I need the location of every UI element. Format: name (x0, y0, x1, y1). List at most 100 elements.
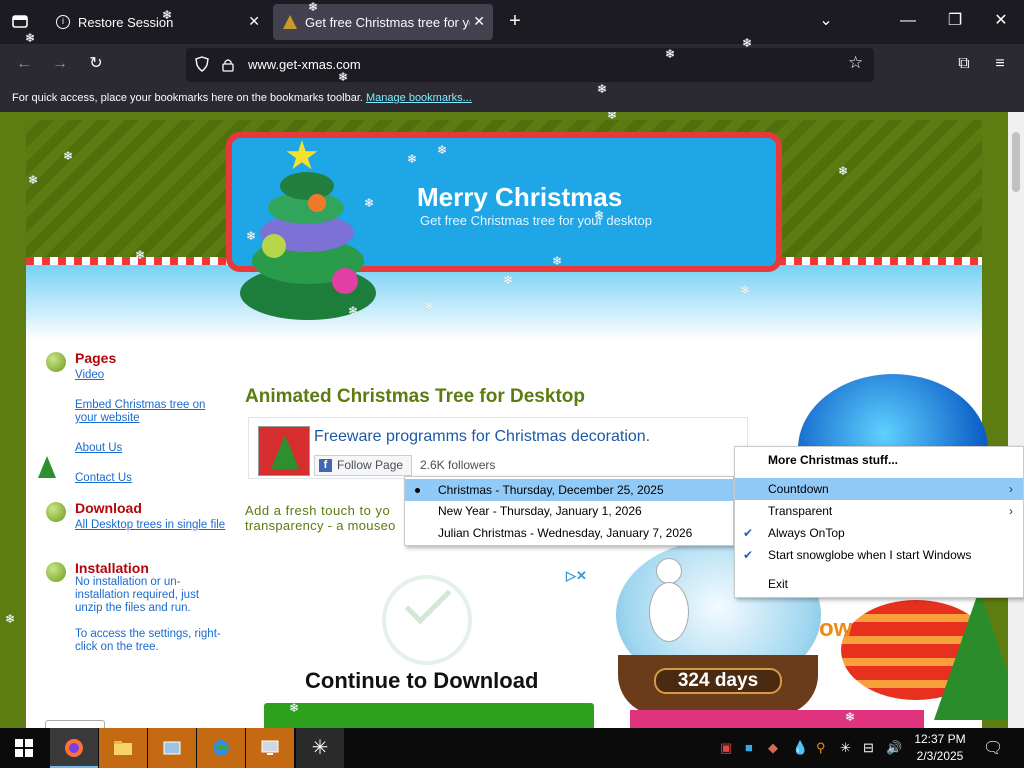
menu-item-more-stuff[interactable]: More Christmas stuff... (735, 449, 1023, 471)
menu-item-exit[interactable]: Exit (735, 573, 1023, 595)
tray-app-icon[interactable]: ■ (745, 740, 753, 755)
web-page: Merry Christmas Get free Christmas tree … (0, 112, 1008, 728)
snowflake-icon: ✳ (311, 737, 329, 759)
menu-item-countdown[interactable]: Countdown › (735, 478, 1023, 500)
facebook-page-thumbnail[interactable] (258, 426, 310, 476)
tab-title: Get free Christmas tree for your (305, 14, 470, 30)
menu-item-label: Countdown (768, 482, 829, 496)
menu-item-label: Start snowglobe when I start Windows (768, 548, 972, 562)
menu-item-julian-christmas[interactable]: Julian Christmas - Wednesday, January 7,… (405, 522, 733, 544)
follow-page-button[interactable]: f Follow Page (314, 455, 412, 476)
tab-get-xmas[interactable]: Get free Christmas tree for your ✕ (273, 4, 493, 40)
menu-icon[interactable]: ≡ (990, 54, 1010, 74)
network-icon[interactable]: ⊟ (863, 740, 874, 756)
facebook-widget: Freeware programms for Christmas decorat… (248, 417, 748, 479)
clock-time[interactable]: 12:37 PM (910, 732, 970, 746)
monitor-app-icon (261, 740, 279, 755)
extensions-icon[interactable]: ⧉ (954, 54, 974, 74)
checkmark-icon: ✔ (743, 548, 754, 562)
follow-page-label: Follow Page (337, 458, 404, 472)
back-icon[interactable]: ← (14, 54, 34, 74)
manage-bookmarks-link[interactable]: Manage bookmarks... (366, 92, 472, 104)
banner-subtitle: Get free Christmas tree for your desktop (420, 213, 652, 228)
menu-item-start-snowglobe[interactable]: ✔ Start snowglobe when I start Windows (735, 544, 1023, 566)
search-tray-icon[interactable]: ⚲ (816, 740, 826, 756)
shield-icon[interactable] (195, 56, 209, 72)
bookmarks-toolbar: For quick access, place your bookmarks h… (0, 86, 1024, 112)
menu-item-label: New Year - Thursday, January 1, 2026 (438, 504, 642, 518)
submenu-arrow-icon: › (1009, 482, 1013, 496)
close-window-icon[interactable]: ✕ (991, 11, 1011, 31)
about-us-link[interactable]: About Us (75, 442, 122, 455)
snowflake-icon: ❄ (364, 196, 375, 210)
snowflake-icon: ❄ (594, 208, 605, 222)
snowflake-icon: ❄ (135, 248, 146, 262)
tray-app-icon[interactable]: ▣ (720, 740, 732, 756)
forward-icon[interactable]: → (50, 54, 70, 74)
url-bar[interactable]: www.get-xmas.com ☆ (186, 48, 874, 82)
reload-icon[interactable]: ↻ (86, 54, 106, 74)
taskbar-app-4[interactable] (197, 728, 245, 768)
submenu-arrow-icon: › (1009, 504, 1013, 518)
bookmarks-hint: For quick access, place your bookmarks h… (12, 92, 363, 104)
snowflake-icon: ❄ (740, 283, 751, 297)
desktop-tree-icon[interactable] (38, 456, 56, 478)
countdown-days: 324 days (654, 668, 782, 694)
facebook-icon: f (319, 459, 332, 472)
view-templates-button[interactable] (630, 710, 924, 728)
lock-icon[interactable] (222, 58, 234, 72)
taskbar-app-3[interactable] (148, 728, 196, 768)
maximize-icon[interactable]: ❐ (945, 11, 965, 31)
list-tabs-icon[interactable]: ⌄ (816, 11, 836, 31)
menu-item-label: Exit (768, 577, 789, 591)
snowflake-tray-icon[interactable]: ✳ (840, 740, 851, 756)
notification-icon[interactable]: 🗨 (983, 738, 1003, 758)
minimize-icon[interactable]: — (898, 11, 918, 31)
star-icon: ★ (284, 134, 320, 178)
ad-download-button[interactable] (264, 703, 594, 728)
taskbar-app-5[interactable] (246, 728, 294, 768)
taskbar-snowflake-app[interactable]: ✳ (296, 728, 344, 768)
snowman-body (649, 582, 689, 642)
menu-item-transparent[interactable]: Transparent › (735, 500, 1023, 522)
start-button[interactable] (0, 728, 48, 768)
clock-date[interactable]: 2/3/2025 (910, 749, 970, 763)
new-tab-icon[interactable]: + (505, 11, 525, 31)
menu-item-new-year[interactable]: New Year - Thursday, January 1, 2026 (405, 500, 733, 522)
intro-text-line1: Add a fresh touch to yo (245, 503, 391, 518)
ad-title[interactable]: Continue to Download (305, 668, 538, 694)
menu-item-label: Julian Christmas - Wednesday, January 7,… (438, 526, 693, 540)
globe-app-icon (213, 740, 229, 756)
snowflake-icon: ❄ (742, 36, 753, 50)
facebook-page-title[interactable]: Freeware programms for Christmas decorat… (314, 428, 650, 446)
firefox-icon (65, 739, 83, 757)
video-link[interactable]: Video (75, 369, 104, 382)
all-trees-link[interactable]: All Desktop trees in single file (75, 519, 227, 532)
embed-tree-link[interactable]: Embed Christmas tree on your website (75, 399, 225, 425)
tray-app-icon[interactable]: ◆ (768, 740, 778, 756)
close-tab-icon[interactable]: ✕ (248, 13, 260, 30)
snowflake-icon: ❄ (289, 701, 300, 715)
installation-text: No installation or un-installation requi… (75, 576, 200, 614)
page-scrollbar[interactable] (1008, 112, 1024, 728)
ok-button[interactable] (45, 720, 105, 728)
browser-tab-bar: i Restore Session ✕ Get free Christmas t… (0, 0, 1024, 44)
checkmark-icon: ✔ (743, 526, 754, 540)
navigation-bar: ← → ↻ www.get-xmas.com ☆ ⧉ ≡ (0, 44, 1024, 86)
settings-text: To access the settings, right-click on t… (75, 628, 221, 653)
snowflake-icon: ❄ (348, 304, 359, 318)
close-tab-icon[interactable]: ✕ (473, 13, 485, 30)
drop-icon[interactable]: 💧 (792, 740, 808, 756)
menu-item-christmas[interactable]: Christmas - Thursday, December 25, 2025 (405, 479, 733, 501)
adchoices-icon[interactable]: ▷✕ (566, 568, 587, 584)
taskbar-file-explorer[interactable] (99, 728, 147, 768)
snowflake-icon: ❄ (25, 31, 36, 45)
scrollbar-thumb[interactable] (1012, 132, 1020, 192)
tab-restore-session[interactable]: i Restore Session ✕ (46, 4, 268, 40)
bookmark-star-icon[interactable]: ☆ (848, 53, 863, 73)
snowflake-icon: ❄ (552, 254, 563, 268)
volume-icon[interactable]: 🔊 (886, 740, 902, 756)
menu-item-always-ontop[interactable]: ✔ Always OnTop (735, 522, 1023, 544)
contact-us-link[interactable]: Contact Us (75, 472, 132, 485)
taskbar-firefox[interactable] (50, 728, 98, 768)
